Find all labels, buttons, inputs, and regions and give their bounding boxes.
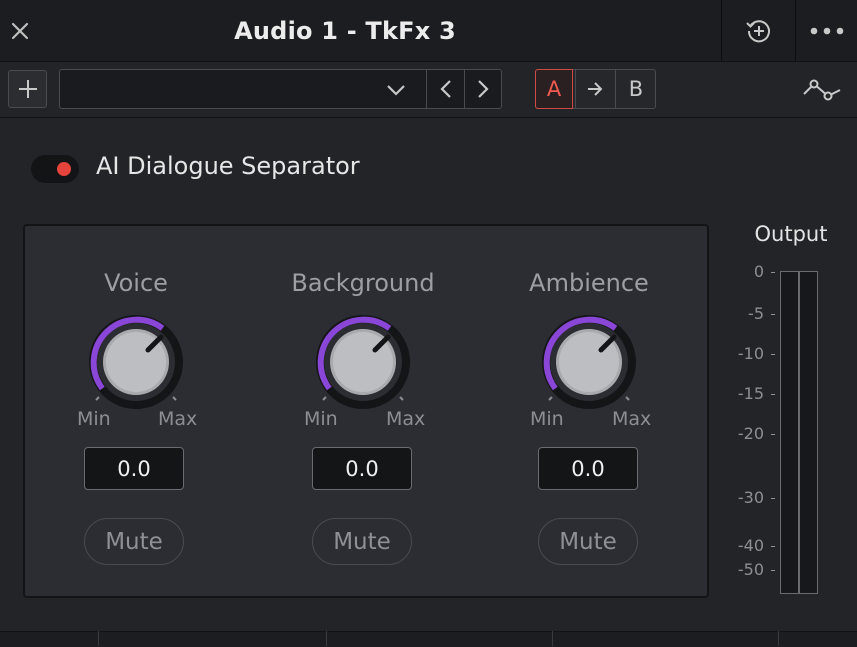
ambience-min-label: Min (530, 408, 564, 430)
title-bar: Audio 1 - TkFx 3 (0, 0, 857, 62)
meter-tick-mark (771, 546, 775, 547)
bottom-divider (778, 631, 779, 646)
output-label: Output (754, 222, 828, 246)
meter-tick-label: -40 (737, 536, 764, 555)
meter-tick-label: -50 (737, 560, 764, 579)
enabled-indicator (57, 162, 71, 176)
compare-a-button[interactable]: A (535, 69, 573, 109)
ambience-mute-button[interactable]: Mute (538, 518, 638, 565)
bottom-bar (0, 631, 857, 647)
channel-label-voice: Voice (104, 269, 168, 297)
meter-tick-mark (771, 314, 775, 315)
bottom-divider (552, 631, 553, 646)
automation-button[interactable] (800, 74, 846, 104)
chevron-right-icon (478, 80, 489, 98)
background-max-label: Max (386, 408, 426, 430)
background-min-label: Min (304, 408, 338, 430)
plugin-enable-toggle[interactable] (31, 155, 79, 183)
meter-channel-divider (798, 272, 800, 593)
voice-min-label: Min (77, 408, 111, 430)
automation-curve-icon (803, 79, 841, 101)
meter-tick-label: -5 (748, 304, 764, 323)
meter-tick-label: -20 (737, 424, 764, 443)
meter-tick-mark (771, 570, 775, 571)
history-button[interactable] (722, 0, 795, 61)
meter-tick-mark (771, 394, 775, 395)
voice-level-knob[interactable] (86, 312, 186, 412)
voice-value-field[interactable]: 0.0 (84, 447, 184, 490)
plus-icon (18, 80, 37, 98)
bottom-divider (326, 631, 327, 646)
meter-tick-label: -10 (737, 344, 764, 363)
toolbar: A B (0, 62, 857, 118)
background-mute-button[interactable]: Mute (312, 518, 412, 565)
prev-preset-button[interactable] (427, 70, 464, 108)
bottom-divider (98, 631, 99, 646)
plugin-name: AI Dialogue Separator (96, 152, 360, 180)
chevron-left-icon (439, 80, 451, 98)
meter-tick-mark (771, 272, 775, 273)
ambience-max-label: Max (612, 408, 652, 430)
meter-tick-mark (771, 498, 775, 499)
channel-label-background: Background (291, 269, 435, 297)
copy-a-to-b-button[interactable] (576, 70, 614, 108)
voice-mute-button[interactable]: Mute (84, 518, 184, 565)
window-title: Audio 1 - TkFx 3 (234, 16, 456, 45)
compare-b-button[interactable]: B (616, 70, 656, 108)
meter-tick-mark (771, 434, 775, 435)
more-options-button[interactable] (796, 0, 857, 61)
history-add-icon (745, 19, 770, 42)
voice-max-label: Max (158, 408, 198, 430)
background-value-field[interactable]: 0.0 (312, 447, 412, 490)
meter-tick-label: -30 (737, 488, 764, 507)
meter-tick-label: 0 (753, 262, 764, 281)
meter-tick-mark (771, 354, 775, 355)
meter-tick-label: -15 (737, 384, 764, 403)
ambience-level-knob[interactable] (539, 312, 639, 412)
chevron-down-icon (387, 85, 405, 96)
output-level-meter (780, 271, 818, 594)
preset-dropdown[interactable] (59, 69, 502, 109)
add-preset-button[interactable] (8, 70, 47, 108)
background-level-knob[interactable] (313, 312, 413, 412)
more-dots-icon (810, 27, 843, 34)
channel-label-ambience: Ambience (529, 269, 649, 297)
next-preset-button[interactable] (465, 70, 501, 108)
ambience-value-field[interactable]: 0.0 (538, 447, 638, 490)
arrow-right-icon (588, 82, 603, 96)
ab-compare-group: A B (535, 69, 656, 109)
